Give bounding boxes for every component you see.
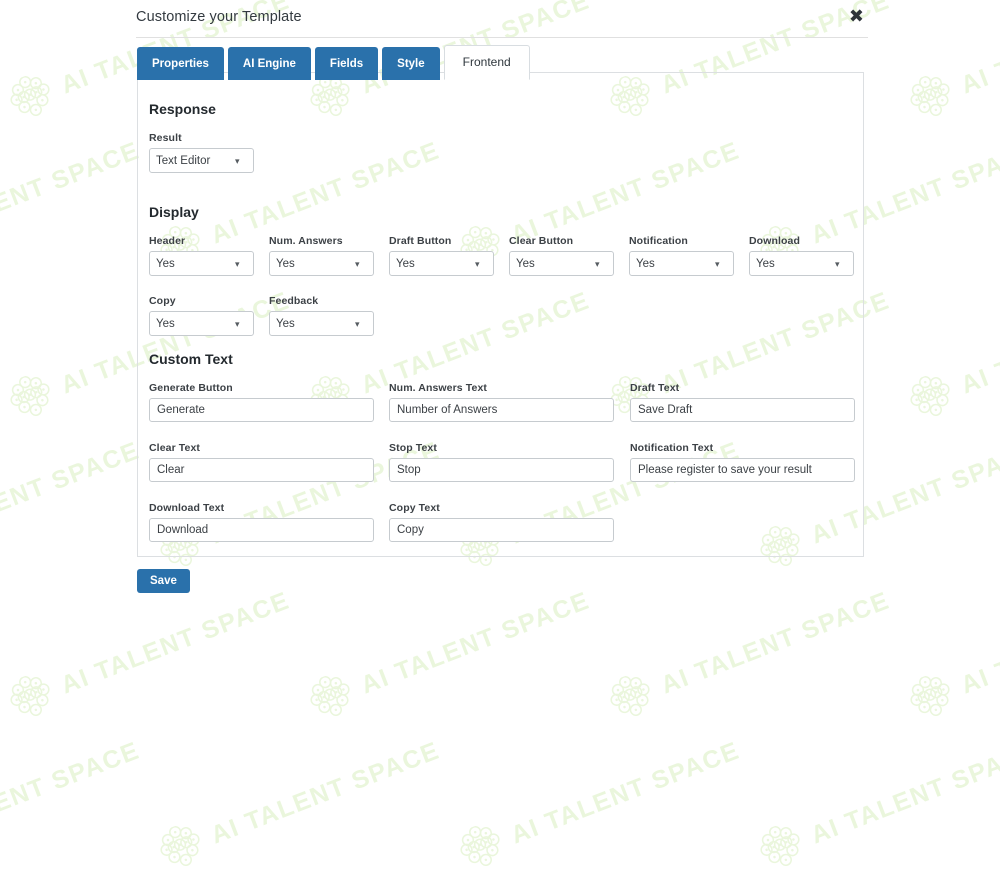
save-button[interactable]: Save	[137, 569, 190, 593]
tab-frontend[interactable]: Frontend	[443, 45, 530, 80]
brain-icon	[160, 825, 200, 866]
header-select[interactable]: YesNo	[149, 251, 254, 276]
watermark-text: AI TALENT SPACE	[0, 735, 144, 849]
label-download-text: Download Text	[149, 502, 225, 514]
clear-text-input[interactable]	[149, 458, 374, 482]
label-notification-text: Notification Text	[630, 442, 714, 454]
clear-button-select[interactable]: YesNo	[509, 251, 614, 276]
watermark-text: AI TALENT SPACE	[956, 586, 1000, 700]
notification-text-input[interactable]	[630, 458, 855, 482]
close-icon[interactable]: ✖	[845, 6, 868, 28]
label-num-answers: Num. Answers	[269, 235, 343, 247]
label-copy-text: Copy Text	[389, 502, 440, 514]
num-answers-text-input[interactable]	[389, 398, 614, 422]
label-generate-button: Generate Button	[149, 382, 233, 394]
watermark-tile: AI TALENT SPACE	[602, 578, 897, 728]
draft-button-select[interactable]: YesNo	[389, 251, 494, 276]
watermark-text: AI TALENT SPACE	[806, 735, 1000, 850]
label-num-answers-text: Num. Answers Text	[389, 382, 487, 394]
label-feedback: Feedback	[269, 295, 319, 307]
label-clear-text: Clear Text	[149, 442, 200, 454]
download-text-input[interactable]	[149, 518, 374, 542]
section-heading-custom-text: Custom Text	[149, 351, 233, 367]
page-title: Customize your Template	[136, 9, 302, 25]
download-select[interactable]: YesNo	[749, 251, 854, 276]
label-result: Result	[149, 132, 182, 144]
watermark-tile: AI TALENT SPACE	[452, 728, 747, 878]
label-clear-button: Clear Button	[509, 235, 574, 247]
label-draft-button: Draft Button	[389, 235, 452, 247]
tab-bar: Properties AI Engine Fields Style Fronte…	[137, 45, 530, 80]
label-copy: Copy	[149, 295, 176, 307]
brain-icon	[610, 675, 650, 716]
tab-ai-engine[interactable]: AI Engine	[227, 47, 311, 80]
watermark-tile: AI TALENT SPACE	[2, 578, 297, 728]
tab-properties[interactable]: Properties	[137, 47, 224, 80]
feedback-select[interactable]: YesNo	[269, 311, 374, 336]
watermark-tile: AI TALENT SPACE	[902, 578, 1000, 728]
modal-header: Customize your Template ✖	[136, 0, 868, 38]
section-heading-display: Display	[149, 204, 199, 220]
label-draft-text: Draft Text	[630, 382, 680, 394]
draft-text-input[interactable]	[630, 398, 855, 422]
watermark-text: AI TALENT SPACE	[356, 585, 594, 700]
label-notification: Notification	[629, 235, 688, 247]
brain-icon	[460, 825, 500, 866]
tab-fields[interactable]: Fields	[314, 47, 379, 80]
watermark-text: AI TALENT SPACE	[506, 735, 744, 850]
brain-icon	[760, 825, 800, 866]
num-answers-select[interactable]: YesNo	[269, 251, 374, 276]
frontend-tab-panel: Response Result Text Editor ▾ Display He…	[137, 72, 864, 557]
copy-select[interactable]: YesNo	[149, 311, 254, 336]
watermark-text: AI TALENT SPACE	[656, 585, 894, 700]
generate-button-input[interactable]	[149, 398, 374, 422]
brain-icon	[910, 675, 950, 716]
section-heading-response: Response	[149, 101, 216, 117]
label-stop-text: Stop Text	[389, 442, 437, 454]
watermark-text: AI TALENT SPACE	[56, 585, 294, 700]
watermark-tile: AI TALENT SPACE	[152, 728, 447, 878]
tab-style[interactable]: Style	[382, 47, 440, 80]
watermark-tile: AI TALENT SPACE	[752, 728, 1000, 878]
watermark-text: AI TALENT SPACE	[206, 735, 444, 850]
label-header: Header	[149, 235, 186, 247]
watermark-tile: AI TALENT SPACE	[0, 728, 147, 878]
brain-icon	[310, 675, 350, 716]
result-select[interactable]: Text Editor	[149, 148, 254, 173]
label-download: Download	[749, 235, 800, 247]
brain-icon	[10, 675, 50, 716]
copy-text-input[interactable]	[389, 518, 614, 542]
customize-template-modal: Customize your Template ✖ Properties AI …	[0, 0, 1000, 600]
stop-text-input[interactable]	[389, 458, 614, 482]
notification-select[interactable]: YesNo	[629, 251, 734, 276]
watermark-tile: AI TALENT SPACE	[302, 578, 597, 728]
